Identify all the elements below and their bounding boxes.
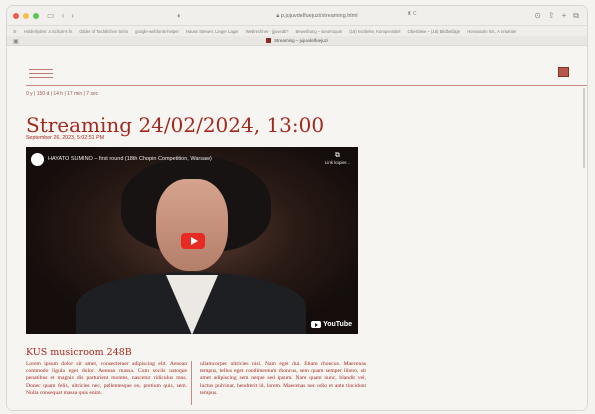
tab-title: Streaming – jujuvdelfuejuzi: [274, 38, 328, 43]
video-title[interactable]: HAYATO SUMINO – first round (18th Chopin…: [48, 156, 212, 162]
shield-icon[interactable]: ◐: [177, 12, 182, 20]
new-tab-icon[interactable]: +: [562, 11, 567, 21]
tab-bar: ▣ Streaming – jujuvdelfuejuzi: [7, 36, 587, 46]
scrollbar[interactable]: [583, 88, 585, 168]
bookmarks-bar: ☰ Holderlyden: a Schule's fn Gilder of T…: [7, 26, 587, 36]
site-logo[interactable]: [558, 67, 569, 77]
sidebar-icon[interactable]: ▭: [47, 11, 55, 20]
address-bar-text: p.jujuvdelfuejuzi/streaming.html: [280, 13, 358, 19]
menu-icon[interactable]: [29, 69, 53, 81]
bookmarks-icon[interactable]: ☰: [13, 29, 17, 34]
play-button[interactable]: [181, 233, 205, 249]
youtube-video-player[interactable]: HAYATO SUMINO – first round (18th Chopin…: [26, 147, 358, 334]
description-column-2: ullamcorper ultricies nisi. Nam eget dui…: [200, 361, 366, 396]
bookmark-item[interactable]: Hause Steiwer, Lieger Lager: [186, 29, 239, 34]
favicon-icon: [266, 38, 272, 43]
browser-toolbar: ▭ ‹ › ◐ 🔒︎ p.jujuvdelfuejuzi/streaming.h…: [7, 6, 587, 26]
page-content: 0 y | 150 d | 14 h | 17 min | 7 sec Stre…: [7, 46, 587, 410]
zoom-window-button[interactable]: [33, 12, 39, 19]
channel-avatar-icon[interactable]: [31, 153, 44, 166]
bookmark-item[interactable]: Holderlyden: a Schule's fn: [24, 29, 73, 34]
bookmark-item[interactable]: Bewerbung – sieurroqum: [295, 29, 342, 34]
room-heading: KUS musicroom 248B: [26, 347, 132, 358]
address-bar[interactable]: 🔒︎ p.jujuvdelfuejuzi/streaming.html: [217, 11, 417, 21]
youtube-logo-text: YouTube: [323, 321, 352, 328]
post-date: September 26, 2023, 5:02:51 PM: [26, 135, 105, 141]
play-icon: [190, 237, 198, 245]
bookmark-item[interactable]: google-webfonts-helper: [135, 29, 179, 34]
header-divider: [26, 85, 587, 86]
description-column-1: Lorem ipsum dolor sit amet, consectetuer…: [26, 361, 192, 405]
video-frame-face: [156, 179, 228, 271]
copy-link-button[interactable]: ⧉ Link kopier...: [325, 152, 350, 165]
countdown-ticker: 0 y | 150 d | 14 h | 17 min | 7 sec: [26, 91, 99, 97]
room-description: Lorem ipsum dolor sit amet, consectetuer…: [26, 361, 366, 405]
bookmark-item[interactable]: Gilder of Tachtlichen Sehn: [79, 29, 128, 34]
reader-icon[interactable]: ♜ C: [407, 12, 416, 17]
bookmark-item[interactable]: Obesbleie – (18) Bildbeldige: [407, 29, 460, 34]
close-window-button[interactable]: [13, 12, 19, 19]
bookmark-item[interactable]: Webrechner - jjjuvedti?: [246, 29, 289, 34]
copy-link-label: Link kopier...: [324, 160, 350, 165]
forward-icon[interactable]: ›: [71, 11, 74, 20]
window-controls: [13, 12, 39, 19]
tab-streaming[interactable]: Streaming – jujuvdelfuejuzi: [266, 38, 328, 43]
page-title: Streaming 24/02/2024, 13:00: [26, 113, 325, 137]
youtube-icon: [311, 321, 322, 328]
bookmark-item[interactable]: (18) Ivorbeke, Kompenstitel: [349, 29, 400, 34]
back-icon[interactable]: ‹: [62, 11, 65, 20]
tab-group-icon[interactable]: ▣: [13, 38, 19, 45]
download-icon[interactable]: ⊙: [534, 11, 541, 21]
bookmark-item[interactable]: Honnaturin Str., A nnwinter: [467, 29, 517, 34]
minimize-window-button[interactable]: [23, 12, 29, 19]
share-icon[interactable]: ⇧: [548, 11, 555, 21]
tabs-overview-icon[interactable]: ⧉: [573, 11, 579, 21]
browser-window: ▭ ‹ › ◐ 🔒︎ p.jujuvdelfuejuzi/streaming.h…: [7, 6, 587, 410]
copy-icon: ⧉: [334, 152, 340, 159]
youtube-logo[interactable]: YouTube: [311, 321, 352, 328]
